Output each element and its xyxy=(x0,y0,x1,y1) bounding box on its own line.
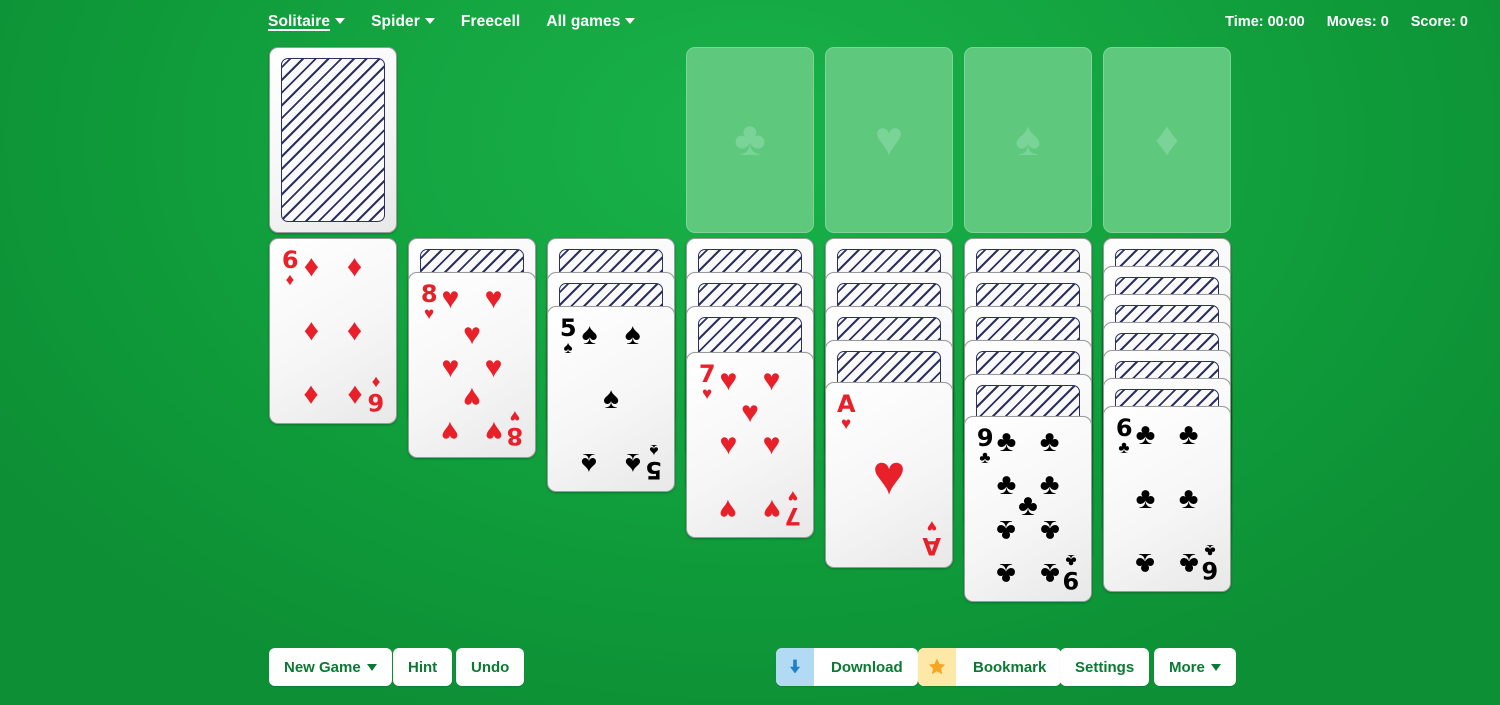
heart-icon: ♥ xyxy=(741,396,759,429)
club-icon: ♣ xyxy=(996,513,1017,547)
undo-label: Undo xyxy=(471,658,510,676)
club-icon: ♣ xyxy=(1039,513,1060,547)
new-game-label: New Game xyxy=(284,658,361,676)
heart-icon: ♥ xyxy=(463,317,481,351)
more-button[interactable]: More xyxy=(1154,648,1236,686)
heart-icon: ♥ xyxy=(762,493,781,526)
diamond-icon: ♦ xyxy=(303,314,320,347)
diamond-icon: ♦ xyxy=(1154,113,1180,166)
spade-icon: ♠ xyxy=(624,318,641,351)
settings-button[interactable]: Settings xyxy=(1060,648,1150,686)
spade-icon: ♠ xyxy=(581,318,598,351)
card-pips: ♥ ♥ ♥ ♥ ♥ ♥ ♥ ♥ xyxy=(423,282,521,448)
heart-icon: ♥ xyxy=(484,414,503,448)
tableau-card-face-up[interactable]: 6 ♣ 6 ♣ ♣ ♣ ♣ ♣ ♣ ♣ xyxy=(1103,406,1231,592)
heart-icon: ♥ xyxy=(441,282,460,316)
card-pips: ♣ ♣ ♣ ♣ ♣ ♣ xyxy=(1118,418,1216,581)
club-icon: ♣ xyxy=(996,557,1017,590)
club-icon: ♣ xyxy=(1178,482,1199,515)
spade-icon: ♠ xyxy=(1015,113,1041,166)
club-icon: ♣ xyxy=(996,424,1017,458)
download-arrow-icon xyxy=(776,648,814,686)
tableau-card-face-up[interactable]: 9 ♣ 9 ♣ ♣ ♣ ♣ ♣ ♣ ♣ ♣ ♣ ♣ xyxy=(964,416,1092,602)
club-icon: ♣ xyxy=(1039,557,1060,590)
card-pips: ♣ ♣ ♣ ♣ ♣ ♣ ♣ ♣ ♣ xyxy=(979,424,1077,590)
club-icon: ♣ xyxy=(1135,482,1156,515)
club-icon: ♣ xyxy=(1018,488,1038,522)
chevron-down-icon xyxy=(1210,663,1221,671)
download-label: Download xyxy=(831,658,903,676)
club-icon: ♣ xyxy=(1039,468,1060,501)
diamond-icon: ♦ xyxy=(303,379,320,412)
heart-icon: ♥ xyxy=(762,364,781,397)
tableau-card-face-up[interactable]: A ♥ A ♥ ♥ xyxy=(825,382,953,568)
foundation-pile-diamonds[interactable]: ♦ xyxy=(1103,47,1231,233)
hint-label: Hint xyxy=(408,658,438,676)
diamond-icon: ♦ xyxy=(303,250,320,283)
club-icon: ♣ xyxy=(734,113,766,166)
tableau-card-face-up[interactable]: 5 ♠ 5 ♠ ♠ ♠ ♠ ♠ ♠ xyxy=(547,306,675,492)
club-icon: ♣ xyxy=(1178,547,1199,580)
hint-button[interactable]: Hint xyxy=(393,648,453,686)
tableau-card-face-up[interactable]: 6 ♦ 6 ♦ ♦ ♦ ♦ ♦ ♦ ♦ xyxy=(269,238,397,424)
foundation-pile-clubs[interactable]: ♣ xyxy=(686,47,814,233)
club-icon: ♣ xyxy=(996,468,1017,501)
club-icon: ♣ xyxy=(1178,418,1199,451)
new-game-button[interactable]: New Game xyxy=(269,648,392,686)
card-pips: ♥ ♥ ♥ ♥ ♥ ♥ ♥ xyxy=(701,364,799,527)
settings-label: Settings xyxy=(1075,658,1135,676)
game-board: ♣ ♥ ♠ ♦ 6 ♦ 6 ♦ ♦ ♦ ♦ ♦ ♦ ♦ 8 ♥ 8 ♥ ♥ ♥ … xyxy=(0,0,1500,705)
bookmark-button[interactable]: Bookmark xyxy=(918,648,1062,686)
spade-icon: ♠ xyxy=(603,382,619,415)
foundation-pile-spades[interactable]: ♠ xyxy=(964,47,1092,233)
heart-icon: ♥ xyxy=(762,428,781,461)
card-pips: ♥ xyxy=(840,395,938,555)
download-button[interactable]: Download xyxy=(776,648,918,686)
tableau-card-face-up[interactable]: 7 ♥ 7 ♥ ♥ ♥ ♥ ♥ ♥ ♥ ♥ xyxy=(686,352,814,538)
heart-icon: ♥ xyxy=(463,381,481,414)
undo-button[interactable]: Undo xyxy=(456,648,525,686)
card-pips: ♠ ♠ ♠ ♠ ♠ xyxy=(562,318,660,481)
heart-icon: ♥ xyxy=(484,282,503,316)
diamond-icon: ♦ xyxy=(346,250,363,283)
diamond-icon: ♦ xyxy=(346,379,363,412)
foundation-pile-hearts[interactable]: ♥ xyxy=(825,47,953,233)
waste-pile[interactable] xyxy=(407,47,535,233)
tableau-card-face-up[interactable]: 8 ♥ 8 ♥ ♥ ♥ ♥ ♥ ♥ ♥ ♥ ♥ xyxy=(408,272,536,458)
more-label: More xyxy=(1169,658,1205,676)
diamond-icon: ♦ xyxy=(346,314,363,347)
heart-icon: ♥ xyxy=(484,351,503,385)
club-icon: ♣ xyxy=(1039,424,1060,458)
bookmark-label: Bookmark xyxy=(973,658,1047,676)
card-pips: ♦ ♦ ♦ ♦ ♦ ♦ xyxy=(284,250,382,413)
bottom-toolbar: New Game Hint Undo Download Bookmark Set… xyxy=(0,648,1500,688)
heart-icon: ♥ xyxy=(441,414,460,448)
heart-icon: ♥ xyxy=(874,113,904,166)
stock-pile[interactable] xyxy=(269,47,397,233)
heart-icon: ♥ xyxy=(719,493,738,526)
chevron-down-icon xyxy=(366,663,377,671)
spade-icon: ♠ xyxy=(581,447,598,480)
heart-icon: ♥ xyxy=(719,428,738,461)
heart-icon: ♥ xyxy=(719,364,738,397)
star-icon xyxy=(918,648,956,686)
club-icon: ♣ xyxy=(1135,547,1156,580)
spade-icon: ♠ xyxy=(624,447,641,480)
heart-icon: ♥ xyxy=(441,351,460,385)
heart-icon: ♥ xyxy=(872,443,906,506)
club-icon: ♣ xyxy=(1135,418,1156,451)
